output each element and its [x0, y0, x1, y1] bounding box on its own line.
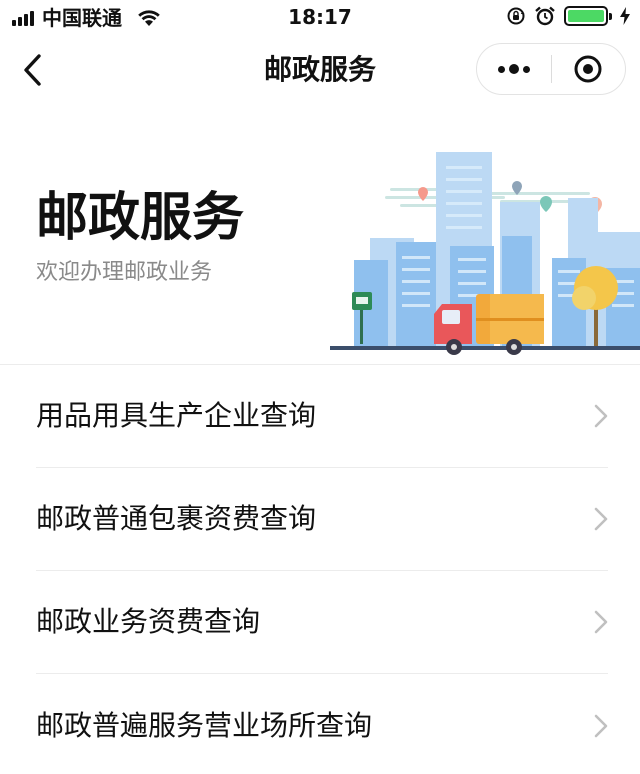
chevron-right-icon: [594, 404, 608, 428]
orientation-lock-icon: [507, 7, 525, 25]
list-item-label: 邮政业务资费查询: [36, 605, 261, 638]
back-button[interactable]: [12, 50, 52, 90]
map-pin-icon: [540, 196, 552, 212]
list-item[interactable]: 用品用具生产企业查询: [36, 365, 608, 468]
list-item[interactable]: 邮政业务资费查询: [36, 571, 608, 674]
alarm-icon: [535, 6, 555, 26]
battery-icon: [564, 6, 612, 26]
list-item-label: 邮政普遍服务营业场所查询: [36, 708, 373, 742]
more-button[interactable]: [477, 44, 551, 94]
more-dots-icon: [497, 64, 530, 74]
city-delivery-illustration: [330, 152, 640, 355]
mini-program-capsule: [476, 43, 626, 95]
chevron-right-icon: [594, 714, 608, 737]
list-item[interactable]: 邮政普遍服务营业场所查询: [36, 674, 608, 774]
world-map-dots: [385, 188, 600, 207]
status-bar: 中国联通 18:17: [0, 0, 640, 36]
target-circle-icon: [574, 55, 602, 83]
charging-icon: [620, 7, 630, 25]
back-arrow-icon: [24, 54, 41, 86]
nav-bar: 邮政服务: [0, 36, 640, 106]
list-item-label: 邮政普通包裹资费查询: [36, 502, 317, 535]
battery-fill: [568, 10, 604, 22]
list-item-label: 用品用具生产企业查询: [36, 399, 317, 432]
service-menu-list: 用品用具生产企业查询 邮政普通包裹资费查询 邮政业务资费查询 邮政普遍服务营业场…: [0, 364, 640, 774]
list-item[interactable]: 邮政普通包裹资费查询: [36, 468, 608, 571]
banner-subtitle: 欢迎办理邮政业务: [36, 260, 213, 285]
banner-title: 邮政服务: [36, 188, 245, 248]
status-bar-right: [506, 6, 630, 26]
chevron-right-icon: [594, 507, 608, 531]
close-mini-program-button[interactable]: [552, 44, 626, 94]
ground-line: [330, 346, 640, 350]
banner: 邮政服务 欢迎办理邮政业务: [0, 106, 640, 364]
chevron-right-icon: [594, 610, 608, 634]
